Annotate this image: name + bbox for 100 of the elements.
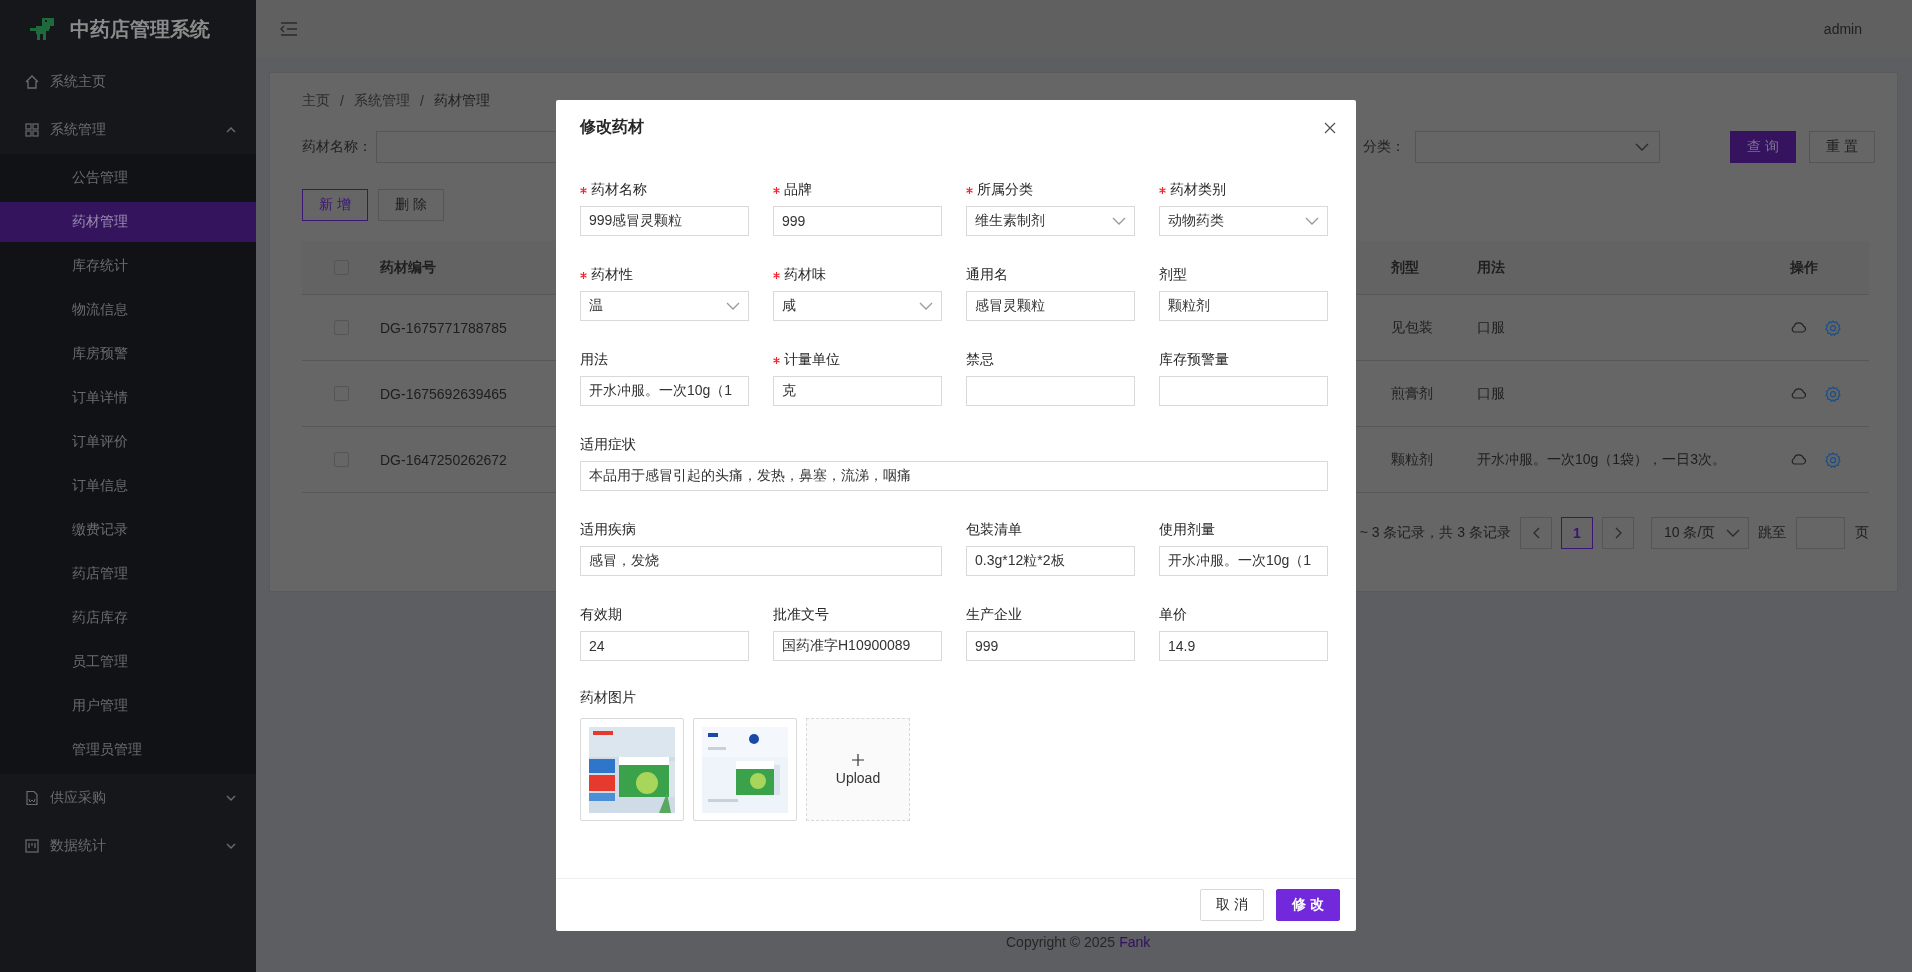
field-label: 分类： bbox=[1363, 138, 1406, 156]
category-select[interactable] bbox=[1415, 131, 1661, 163]
select-field[interactable]: 维生素制剂 bbox=[966, 206, 1135, 236]
menu-item[interactable]: 订单信息 bbox=[0, 466, 256, 506]
field-label: 通用名 bbox=[966, 266, 1008, 284]
input-field[interactable]: 感冒灵颗粒 bbox=[966, 291, 1135, 321]
input-field[interactable] bbox=[966, 376, 1135, 406]
field-label: 批准文号 bbox=[773, 606, 829, 624]
caret-down-icon bbox=[1635, 143, 1650, 151]
field-label: 品牌 bbox=[784, 181, 812, 199]
input-field[interactable]: 颗粒剂 bbox=[1159, 291, 1328, 321]
input-field[interactable]: 24 bbox=[580, 631, 749, 661]
select-field[interactable]: 咸 bbox=[773, 291, 942, 321]
select-field[interactable]: 动物药类 bbox=[1159, 206, 1328, 236]
record-count: ~ 3 条记录，共 3 条记录 bbox=[1359, 524, 1511, 542]
page-button[interactable]: 1 bbox=[1561, 517, 1593, 549]
caret-up-icon bbox=[226, 127, 236, 133]
menu-item[interactable]: 药材管理 bbox=[0, 202, 256, 242]
menu-item[interactable]: 公告管理 bbox=[0, 158, 256, 198]
upload-button[interactable]: Upload bbox=[806, 718, 910, 821]
menu-item[interactable]: 数据统计 bbox=[0, 826, 256, 866]
search-button[interactable]: 查 询 bbox=[1730, 131, 1797, 163]
caret-down-icon bbox=[1305, 217, 1319, 225]
image-thumbnail[interactable] bbox=[693, 718, 797, 821]
previous-page-button[interactable] bbox=[1520, 517, 1552, 549]
menu-item[interactable]: 系统管理 bbox=[0, 110, 256, 150]
chevron-left-icon bbox=[1532, 527, 1540, 539]
input-field[interactable]: 14.9 bbox=[1159, 631, 1328, 661]
document-icon bbox=[24, 790, 40, 806]
page-size-select[interactable]: 10 条/页 bbox=[1651, 517, 1749, 549]
input-field[interactable]: 感冒，发烧 bbox=[580, 546, 942, 576]
image-thumbnail[interactable] bbox=[580, 718, 684, 821]
menu-item[interactable]: 药店库存 bbox=[0, 598, 256, 638]
user-name[interactable]: admin bbox=[1823, 21, 1862, 37]
cancel-button[interactable]: 取 消 bbox=[1200, 889, 1265, 921]
field-label: 药材味 bbox=[784, 266, 826, 284]
chevron-right-icon bbox=[1614, 527, 1622, 539]
table-cell-text: 颗粒剂 bbox=[1391, 450, 1434, 469]
field-label: 使用剂量 bbox=[1159, 521, 1215, 539]
menu-item[interactable]: 管理员管理 bbox=[0, 730, 256, 770]
menu-fold-icon[interactable] bbox=[280, 21, 298, 37]
close-icon[interactable] bbox=[1324, 121, 1336, 134]
gear-icon[interactable] bbox=[1825, 451, 1841, 468]
field-label: 药材类别 bbox=[1170, 181, 1226, 199]
menu-item[interactable]: 药店管理 bbox=[0, 554, 256, 594]
menu-item[interactable]: 缴费记录 bbox=[0, 510, 256, 550]
field-label: 有效期 bbox=[580, 606, 622, 624]
field-label: 用法 bbox=[580, 351, 608, 369]
jump-label: 跳至 bbox=[1758, 524, 1786, 542]
breadcrumb-separator: / bbox=[419, 93, 424, 109]
reset-button[interactable]: 重 置 bbox=[1809, 131, 1875, 163]
field-label: 库存预警量 bbox=[1159, 351, 1229, 369]
field-label: 禁忌 bbox=[966, 351, 994, 369]
field-label: 药材图片 bbox=[580, 689, 637, 707]
input-field[interactable]: 999感冒灵颗粒 bbox=[580, 206, 749, 236]
column-header: 用法 bbox=[1477, 258, 1506, 277]
field-label: 药材名称： bbox=[302, 138, 372, 156]
table-cell-text: 煎膏剂 bbox=[1391, 384, 1434, 403]
table-cell-text: DG-1675771788785 bbox=[380, 319, 508, 336]
input-field[interactable]: 克 bbox=[773, 376, 942, 406]
menu-item[interactable]: 物流信息 bbox=[0, 290, 256, 330]
gear-icon[interactable] bbox=[1825, 319, 1841, 336]
input-field[interactable]: 开水冲服。一次10g（1 bbox=[1159, 546, 1328, 576]
caret-down-icon bbox=[1726, 529, 1740, 537]
select-field[interactable]: 温 bbox=[580, 291, 749, 321]
input-field[interactable]: 0.3g*12粒*2板 bbox=[966, 546, 1135, 576]
menu-item[interactable]: 供应采购 bbox=[0, 778, 256, 818]
column-header: 剂型 bbox=[1391, 258, 1420, 277]
column-header: 药材编号 bbox=[380, 258, 437, 277]
input-field[interactable] bbox=[1159, 376, 1328, 406]
author-link[interactable]: Fank bbox=[1119, 934, 1151, 950]
menu-item[interactable]: 订单详情 bbox=[0, 378, 256, 418]
dinosaur-logo-icon bbox=[28, 16, 56, 42]
menu-item[interactable]: 库存统计 bbox=[0, 246, 256, 286]
cloud-icon[interactable] bbox=[1790, 454, 1807, 465]
input-field[interactable]: 本品用于感冒引起的头痛，发热，鼻塞，流涕，咽痛 bbox=[580, 461, 1328, 491]
plus-icon bbox=[852, 753, 864, 766]
menu-item[interactable]: 用户管理 bbox=[0, 686, 256, 726]
input-field[interactable]: 999 bbox=[773, 206, 942, 236]
field-label: 包装清单 bbox=[966, 521, 1022, 539]
add-button[interactable]: 新 增 bbox=[302, 189, 368, 221]
submit-button[interactable]: 修 改 bbox=[1276, 889, 1340, 921]
dialog-title: 修改药材 bbox=[580, 117, 644, 137]
caret-down-icon bbox=[726, 302, 740, 310]
cloud-icon[interactable] bbox=[1790, 322, 1807, 333]
menu-item[interactable]: 订单评价 bbox=[0, 422, 256, 462]
menu-item[interactable]: 员工管理 bbox=[0, 642, 256, 682]
input-field[interactable]: 国药准字H10900089 bbox=[773, 631, 942, 661]
copyright-text: Copyright © 2025 bbox=[1006, 934, 1116, 950]
gear-icon[interactable] bbox=[1825, 385, 1841, 402]
field-label: 药材性 bbox=[591, 266, 633, 284]
caret-down-icon bbox=[226, 843, 236, 849]
menu-item[interactable]: 系统主页 bbox=[0, 62, 256, 102]
next-page-button[interactable] bbox=[1602, 517, 1634, 549]
delete-button[interactable]: 删 除 bbox=[377, 189, 444, 221]
input-field[interactable]: 999 bbox=[966, 631, 1135, 661]
menu-item[interactable]: 库房预警 bbox=[0, 334, 256, 374]
input-field[interactable]: 开水冲服。一次10g（1 bbox=[580, 376, 749, 406]
field-label: 单价 bbox=[1159, 606, 1187, 624]
cloud-icon[interactable] bbox=[1790, 388, 1807, 399]
